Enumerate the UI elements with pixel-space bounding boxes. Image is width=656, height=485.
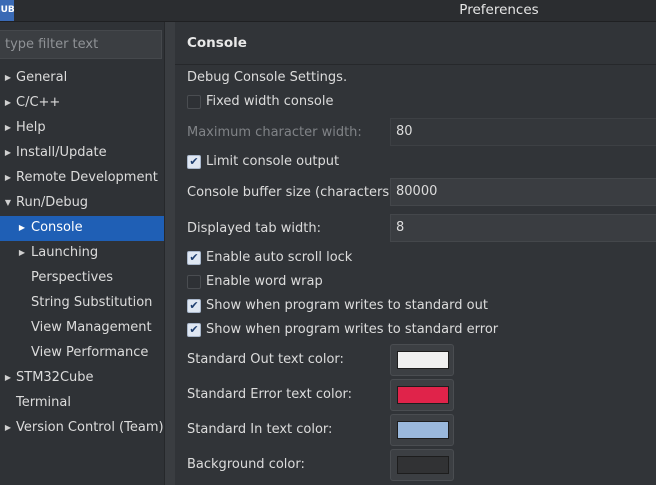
- stdout-color-button[interactable]: [390, 344, 454, 376]
- tree-item-label: View Performance: [31, 345, 149, 360]
- tree-item-remote-development[interactable]: ▶ Remote Development: [0, 166, 164, 191]
- tree-item-label: Console: [31, 220, 83, 235]
- stderr-color-button[interactable]: [390, 379, 454, 411]
- chevron-right-icon[interactable]: ▶: [4, 416, 12, 440]
- preferences-navigation: ▶ General ▶ C/C++ ▶ Help ▶ Install/Update ▶ Remot…: [0, 22, 164, 485]
- chevron-right-icon[interactable]: ▶: [18, 216, 26, 240]
- checkbox-box[interactable]: ✔: [187, 251, 201, 265]
- background-color-button[interactable]: [390, 449, 454, 481]
- color-swatch: [397, 421, 449, 439]
- checkbox-box[interactable]: [187, 275, 201, 289]
- tree-item-stm32cube[interactable]: ▶ STM32Cube: [0, 366, 164, 391]
- checkbox-label: Enable auto scroll lock: [206, 250, 353, 265]
- tree-item-label: Perspectives: [31, 270, 114, 285]
- tree-item-label: View Management: [31, 320, 152, 335]
- tree-item-install-update[interactable]: ▶ Install/Update: [0, 141, 164, 166]
- checkbox-label: Limit console output: [206, 154, 340, 169]
- tree-item-console[interactable]: ▶ Console: [0, 216, 164, 241]
- chevron-right-icon[interactable]: ▶: [4, 166, 12, 190]
- tree-item-label: Run/Debug: [16, 195, 89, 210]
- checkbox-box[interactable]: ✔: [187, 323, 201, 337]
- checkbox-box[interactable]: ✔: [187, 299, 201, 313]
- max-char-width-label: Maximum character width:: [187, 125, 362, 140]
- stdin-color-label: Standard In text color:: [187, 422, 333, 437]
- tree-item-terminal[interactable]: Terminal: [0, 391, 164, 416]
- color-swatch: [397, 351, 449, 369]
- color-swatch: [397, 456, 449, 474]
- checkbox-label: Show when program writes to standard out: [206, 298, 488, 313]
- tree-item-label: Version Control (Team): [16, 420, 164, 435]
- page-header: Console: [175, 22, 656, 65]
- tree-item-label: Help: [16, 120, 46, 135]
- checkbox-label: Fixed width console: [206, 94, 334, 109]
- tree-item-view-management[interactable]: View Management: [0, 316, 164, 341]
- stderr-color-label: Standard Error text color:: [187, 387, 353, 402]
- filter-input[interactable]: [0, 30, 162, 59]
- page-title: Console: [187, 35, 247, 51]
- tree-item-label: General: [16, 70, 68, 85]
- preferences-tree: ▶ General ▶ C/C++ ▶ Help ▶ Install/Update ▶ Remot…: [0, 66, 164, 441]
- checkbox-label: Enable word wrap: [206, 274, 323, 289]
- section-description: Debug Console Settings.: [187, 70, 348, 85]
- color-swatch: [397, 386, 449, 404]
- chevron-right-icon[interactable]: ▶: [18, 241, 26, 265]
- tree-item-label: Launching: [31, 245, 99, 260]
- tree-item-c-c[interactable]: ▶ C/C++: [0, 91, 164, 116]
- tree-item-string-substitution[interactable]: String Substitution: [0, 291, 164, 316]
- buffer-size-label: Console buffer size (characters):: [187, 185, 399, 200]
- preference-page: Console Debug Console Settings. Fixed wi…: [175, 22, 656, 485]
- tree-item-label: Terminal: [16, 395, 71, 410]
- stdout-color-label: Standard Out text color:: [187, 352, 344, 367]
- tree-item-launching[interactable]: ▶ Launching: [0, 241, 164, 266]
- tree-item-label: STM32Cube: [16, 370, 94, 385]
- tree-item-label: Install/Update: [16, 145, 107, 160]
- checkbox-box[interactable]: [187, 95, 201, 109]
- background-color-label: Background color:: [187, 457, 305, 472]
- tree-item-label: C/C++: [16, 95, 61, 110]
- chevron-down-icon[interactable]: ▼: [4, 191, 12, 215]
- tree-item-help[interactable]: ▶ Help: [0, 116, 164, 141]
- tab-width-field[interactable]: 8: [390, 214, 656, 242]
- max-char-width-field[interactable]: 80: [390, 118, 656, 146]
- chevron-right-icon[interactable]: ▶: [4, 116, 12, 140]
- checkbox-box[interactable]: ✔: [187, 155, 201, 169]
- title-bar: CUBE Preferences: [0, 0, 656, 22]
- tree-item-general[interactable]: ▶ General: [0, 66, 164, 91]
- stdin-color-button[interactable]: [390, 414, 454, 446]
- buffer-size-field[interactable]: 80000: [390, 178, 656, 206]
- tree-item-run-debug[interactable]: ▼ Run/Debug: [0, 191, 164, 216]
- app-logo: CUBE: [0, 0, 14, 21]
- tree-item-view-performance[interactable]: View Performance: [0, 341, 164, 366]
- tab-width-label: Displayed tab width:: [187, 221, 321, 236]
- window-title: Preferences: [459, 2, 539, 18]
- tree-item-version-control-team[interactable]: ▶ Version Control (Team): [0, 416, 164, 441]
- tree-item-label: String Substitution: [31, 295, 153, 310]
- chevron-right-icon[interactable]: ▶: [4, 366, 12, 390]
- chevron-right-icon[interactable]: ▶: [4, 141, 12, 165]
- checkbox-label: Show when program writes to standard err…: [206, 322, 499, 337]
- tree-item-perspectives[interactable]: Perspectives: [0, 266, 164, 291]
- chevron-right-icon[interactable]: ▶: [4, 91, 12, 115]
- pane-splitter[interactable]: [164, 22, 175, 485]
- tree-item-label: Remote Development: [16, 170, 158, 185]
- chevron-right-icon[interactable]: ▶: [4, 66, 12, 90]
